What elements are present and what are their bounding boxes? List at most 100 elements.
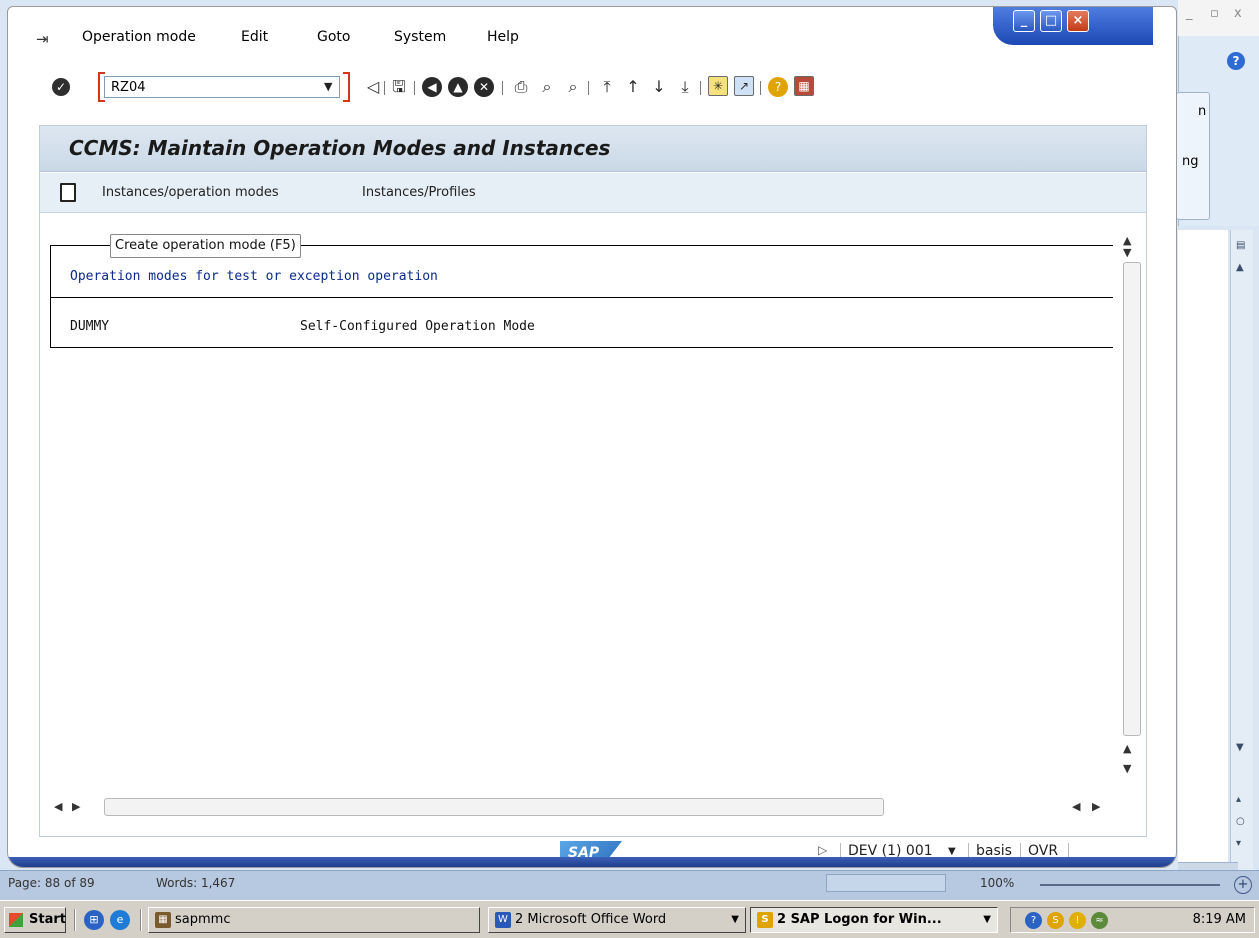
taskbar: Start ⊞ e ▦ sapmmc W 2 Microsoft Office …: [0, 900, 1259, 938]
toolbar-separator: [384, 81, 385, 95]
menu-system[interactable]: System: [394, 29, 446, 45]
find-icon[interactable]: ⌕: [536, 76, 558, 98]
menu-operation-mode[interactable]: Operation mode: [82, 29, 196, 45]
security-shield-icon[interactable]: !: [1069, 912, 1086, 929]
frame-bottom-line: [50, 347, 1113, 348]
enter-icon[interactable]: ✓: [52, 78, 70, 96]
menu-exit-icon[interactable]: ⇥: [36, 30, 54, 48]
print-icon[interactable]: ⎙: [510, 76, 532, 98]
customize-layout-icon[interactable]: ▦: [794, 76, 814, 96]
word-prev-page-icon[interactable]: ▴: [1236, 794, 1241, 805]
toolbar-separator: [502, 81, 503, 95]
word-zoom-level[interactable]: 100%: [980, 876, 1014, 890]
horizontal-scrollbar[interactable]: ◀ ▶ ◀ ▶: [48, 796, 1138, 818]
menu-help[interactable]: Help: [487, 29, 519, 45]
start-label: Start: [29, 912, 66, 927]
status-expand-icon[interactable]: ▷: [818, 843, 827, 857]
chevron-down-icon[interactable]: ▼: [324, 80, 332, 93]
toolbar-separator: [700, 81, 701, 95]
shortcut-icon[interactable]: ↗: [734, 76, 754, 96]
scroll-up-icon[interactable]: ▲: [1123, 742, 1131, 755]
scroll-right-icon[interactable]: ▶: [1092, 800, 1100, 813]
sap-tray-icon[interactable]: S: [1047, 912, 1064, 929]
word-close-icon[interactable]: x: [1234, 6, 1242, 21]
command-field[interactable]: [104, 76, 340, 98]
exit-icon[interactable]: ▲: [448, 77, 468, 97]
task-sap-logon[interactable]: S 2 SAP Logon for Win... ▼: [750, 907, 998, 933]
first-page-icon[interactable]: ⤒: [596, 76, 618, 98]
close-icon[interactable]: ×: [1067, 10, 1089, 32]
sap-gui-window: _ □ × ⇥ Operation mode Edit Goto System …: [7, 6, 1177, 868]
word-page-count[interactable]: Page: 88 of 89: [8, 876, 95, 890]
save-icon[interactable]: 🖫: [388, 76, 410, 98]
back-icon[interactable]: ◀: [422, 77, 442, 97]
word-word-count[interactable]: Words: 1,467: [156, 876, 235, 890]
scroll-down-icon[interactable]: ▼: [1123, 762, 1131, 775]
word-zoom-slider[interactable]: [1040, 884, 1220, 886]
find-next-icon[interactable]: ⌕: [562, 76, 584, 98]
taskbar-separator: [74, 909, 76, 931]
word-restore-icon[interactable]: ▫: [1210, 6, 1219, 21]
word-view-buttons[interactable]: [826, 874, 946, 892]
application-toolbar: Instances/operation modes Instances/Prof…: [40, 173, 1146, 213]
create-document-icon[interactable]: [60, 183, 76, 202]
taskbar-separator: [140, 909, 142, 931]
network-icon[interactable]: ≈: [1091, 912, 1108, 929]
last-page-icon[interactable]: ⤓: [674, 76, 696, 98]
minimize-icon[interactable]: _: [1013, 10, 1035, 32]
cancel-icon[interactable]: ✕: [474, 77, 494, 97]
vertical-scroll-thumb[interactable]: [1123, 262, 1141, 736]
window-bottom-frame: [8, 857, 1176, 867]
operation-mode-name[interactable]: DUMMY: [70, 319, 109, 334]
sapmmc-icon: ▦: [155, 912, 171, 928]
maximize-icon[interactable]: □: [1040, 10, 1062, 32]
new-session-icon[interactable]: ✳: [708, 76, 728, 96]
instances-profiles-button[interactable]: Instances/Profiles: [362, 185, 476, 200]
word-next-page-icon[interactable]: ▾: [1236, 838, 1241, 849]
next-page-icon[interactable]: ↓: [648, 76, 670, 98]
chevron-down-icon: ▼: [983, 914, 991, 925]
menu-edit[interactable]: Edit: [241, 29, 268, 45]
help-tray-icon[interactable]: ?: [1025, 912, 1042, 929]
desktop-icon[interactable]: ⊞: [84, 910, 104, 930]
vertical-scrollbar[interactable]: ▲ ▼ ▲ ▼: [1118, 234, 1144, 816]
operation-mode-description[interactable]: Self-Configured Operation Mode: [300, 319, 535, 334]
task-sapmmc[interactable]: ▦ sapmmc: [148, 907, 480, 933]
chevron-down-icon[interactable]: ▼: [948, 846, 956, 857]
section-header: Operation modes for test or exception op…: [70, 269, 438, 284]
menu-bar: ⇥ Operation mode Edit Goto System Help: [8, 25, 988, 51]
word-minimize-icon[interactable]: _: [1186, 6, 1193, 21]
scroll-down-icon[interactable]: ▼: [1123, 246, 1131, 259]
system-tray: ? S ! ≈ 8:19 AM: [1010, 907, 1255, 933]
word-help-icon[interactable]: ?: [1227, 52, 1245, 70]
internet-explorer-icon[interactable]: e: [110, 910, 130, 930]
toolbar-separator: [760, 81, 761, 95]
word-vertical-scrollbar[interactable]: [1230, 230, 1253, 870]
horizontal-scroll-thumb[interactable]: [104, 798, 884, 816]
scroll-left-icon[interactable]: ◀: [1072, 800, 1080, 813]
word-ruler-icon[interactable]: ▤: [1236, 240, 1245, 251]
command-field-wrapper: ▼: [98, 72, 356, 102]
menu-goto[interactable]: Goto: [317, 29, 350, 45]
word-icon: W: [495, 912, 511, 928]
command-bracket-right: [343, 72, 350, 102]
task-microsoft-word[interactable]: W 2 Microsoft Office Word ▼: [488, 907, 746, 933]
help-icon[interactable]: ?: [768, 77, 788, 97]
word-scroll-down-icon[interactable]: ▼: [1236, 742, 1244, 753]
back-arrow-icon[interactable]: ◁: [362, 76, 384, 98]
toolbar-separator: [588, 81, 589, 95]
word-scroll-up-icon[interactable]: ▲: [1236, 262, 1244, 273]
create-operation-mode-tooltip: Create operation mode (F5): [110, 234, 301, 258]
word-zoom-in-icon[interactable]: +: [1234, 876, 1252, 894]
start-button[interactable]: Start: [4, 907, 66, 933]
sap-logon-icon: S: [757, 912, 773, 928]
clock[interactable]: 8:19 AM: [1193, 912, 1246, 927]
word-browse-object-icon[interactable]: ○: [1236, 816, 1245, 827]
instances-operation-modes-button[interactable]: Instances/operation modes: [102, 185, 279, 200]
scroll-left-icon[interactable]: ◀: [54, 800, 62, 813]
toolbar-separator: [414, 81, 415, 95]
previous-page-icon[interactable]: ↑: [622, 76, 644, 98]
word-ribbon-text-2: ng: [1182, 154, 1199, 169]
scroll-right-icon[interactable]: ▶: [72, 800, 80, 813]
task-label: sapmmc: [175, 912, 231, 927]
